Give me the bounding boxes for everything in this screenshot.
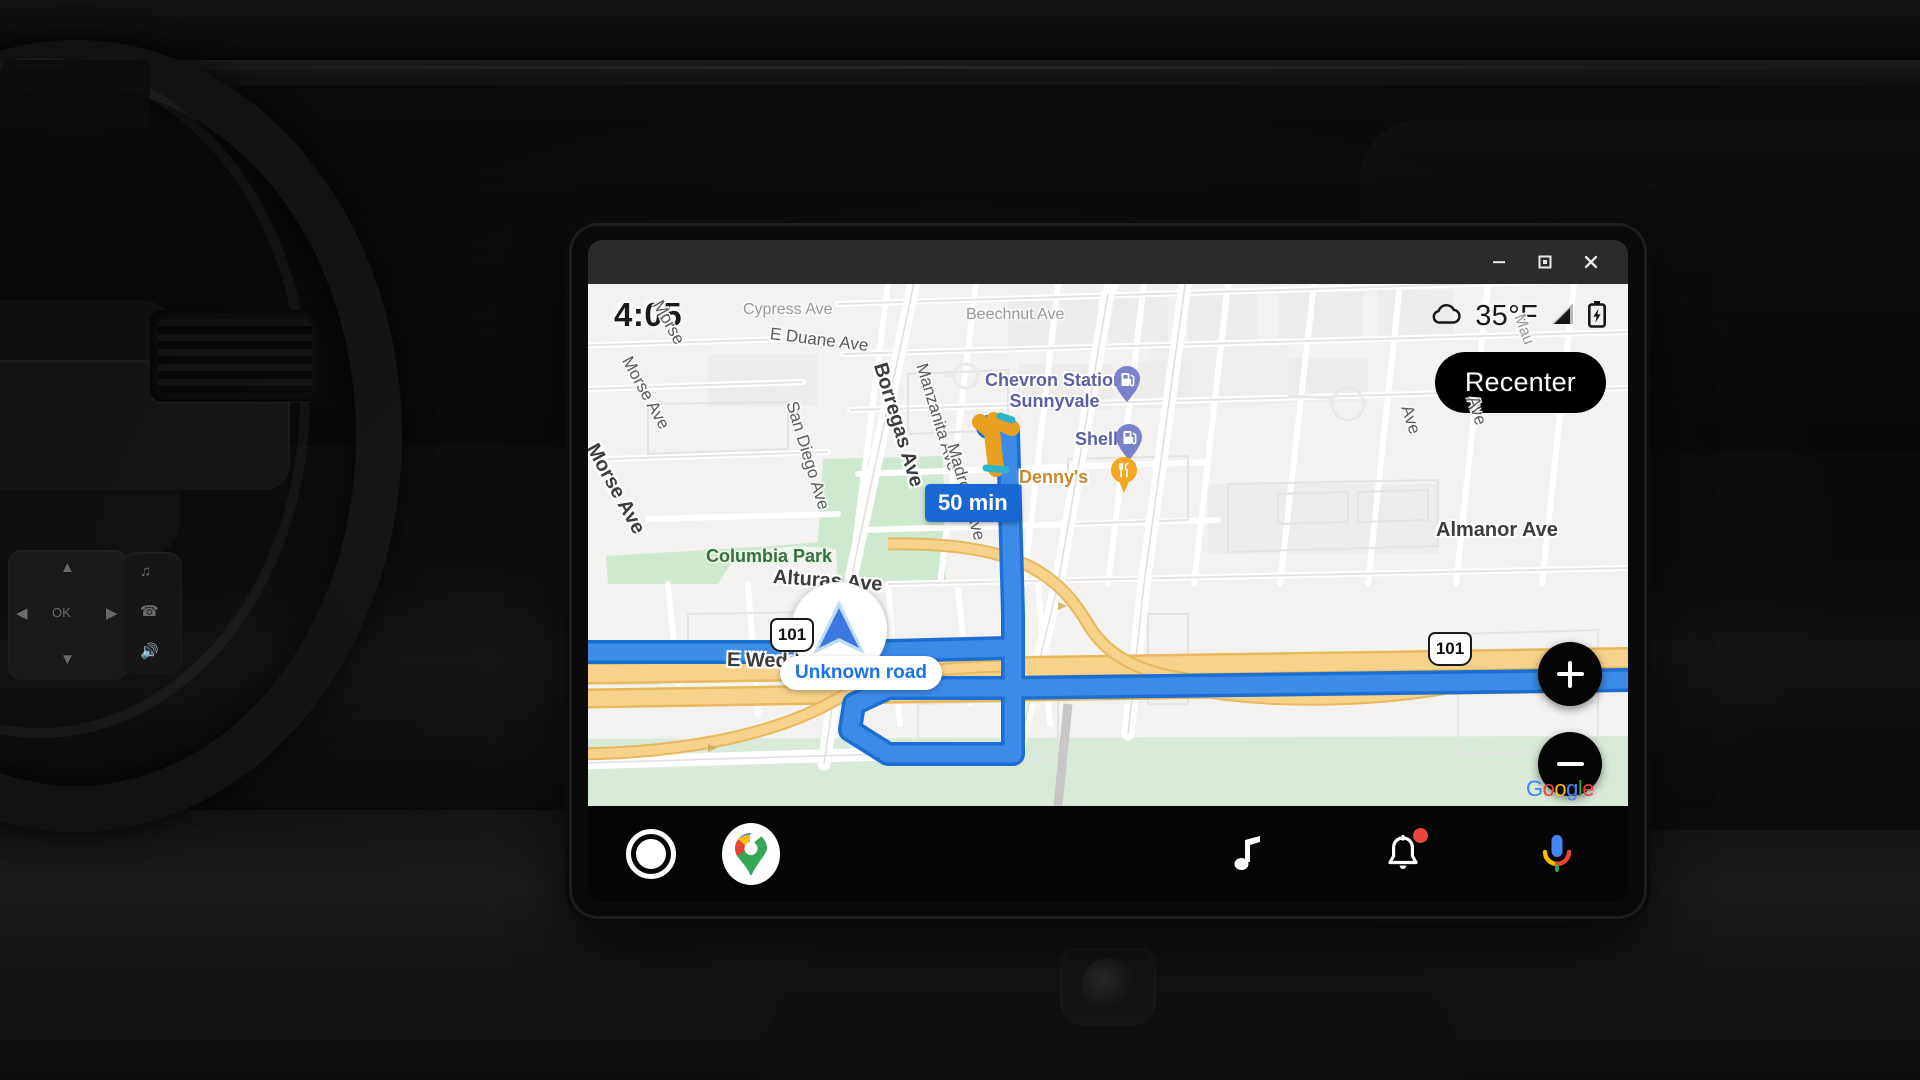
- street-label: Almanor Ave: [1436, 519, 1558, 541]
- eta-badge: 50 min: [925, 484, 1021, 522]
- google-maps-pin-icon: [722, 823, 780, 885]
- close-button[interactable]: [1568, 244, 1614, 280]
- battery-charging-icon: [1587, 300, 1606, 333]
- poi-label-line1: Chevron Station: [985, 370, 1125, 390]
- home-button[interactable]: [622, 825, 680, 883]
- google-attribution: Google: [1525, 776, 1595, 802]
- poi-label-line2: Sunnyvale: [1009, 391, 1100, 411]
- attribution-letter: o: [1554, 776, 1567, 801]
- current-road-chip: Unknown road: [780, 656, 942, 690]
- notification-badge: [1413, 828, 1428, 843]
- cloud-icon: [1430, 301, 1464, 332]
- notifications-button[interactable]: [1374, 825, 1432, 883]
- street-label: Beechnut Ave: [966, 306, 1065, 323]
- poi-label-line1: Denny's: [1019, 467, 1089, 487]
- poi-label[interactable]: Shell: [1075, 429, 1118, 450]
- head-unit-display: 4:05 35°F Recenter Cypress Ave Beechnut …: [572, 226, 1644, 916]
- attribution-letter: G: [1525, 776, 1543, 801]
- signal-bars-icon: [1549, 301, 1577, 332]
- recenter-button[interactable]: Recenter: [1434, 352, 1606, 413]
- park-label: Columbia Park: [706, 546, 833, 566]
- media-button[interactable]: [1220, 825, 1278, 883]
- zoom-in-button[interactable]: [1538, 642, 1602, 706]
- poi-label-line1: Shell: [1075, 429, 1119, 449]
- window-titlebar: [588, 240, 1628, 284]
- map-viewport[interactable]: 4:05 35°F Recenter Cypress Ave Beechnut …: [588, 284, 1628, 806]
- system-taskbar: [588, 806, 1628, 902]
- gas-station-pin-icon[interactable]: [1115, 424, 1143, 460]
- google-assistant-mic-icon: [1542, 835, 1572, 872]
- attribution-letter: o: [1542, 776, 1555, 801]
- navigation-arrow-icon: [813, 600, 865, 654]
- assistant-button[interactable]: [1528, 825, 1586, 883]
- google-maps-app[interactable]: [722, 823, 780, 885]
- music-note-icon: [1234, 836, 1260, 870]
- minimize-button[interactable]: [1476, 244, 1522, 280]
- screen: 4:05 35°F Recenter Cypress Ave Beechnut …: [588, 240, 1628, 902]
- poi-label[interactable]: Chevron Station Sunnyvale: [985, 370, 1124, 412]
- restaurant-pin-icon[interactable]: [1110, 457, 1138, 493]
- maximize-button[interactable]: [1522, 244, 1568, 280]
- gas-station-pin-icon[interactable]: [1113, 366, 1141, 402]
- poi-label[interactable]: Denny's: [1019, 467, 1088, 488]
- highway-shield-101-right: 101: [1428, 632, 1472, 666]
- home-circle-icon: [626, 829, 676, 879]
- attribution-letter: g: [1566, 776, 1578, 801]
- attribution-letter: e: [1582, 776, 1594, 801]
- street-label: Cypress Ave: [743, 301, 833, 318]
- highway-shield-101-left: 101: [770, 618, 814, 652]
